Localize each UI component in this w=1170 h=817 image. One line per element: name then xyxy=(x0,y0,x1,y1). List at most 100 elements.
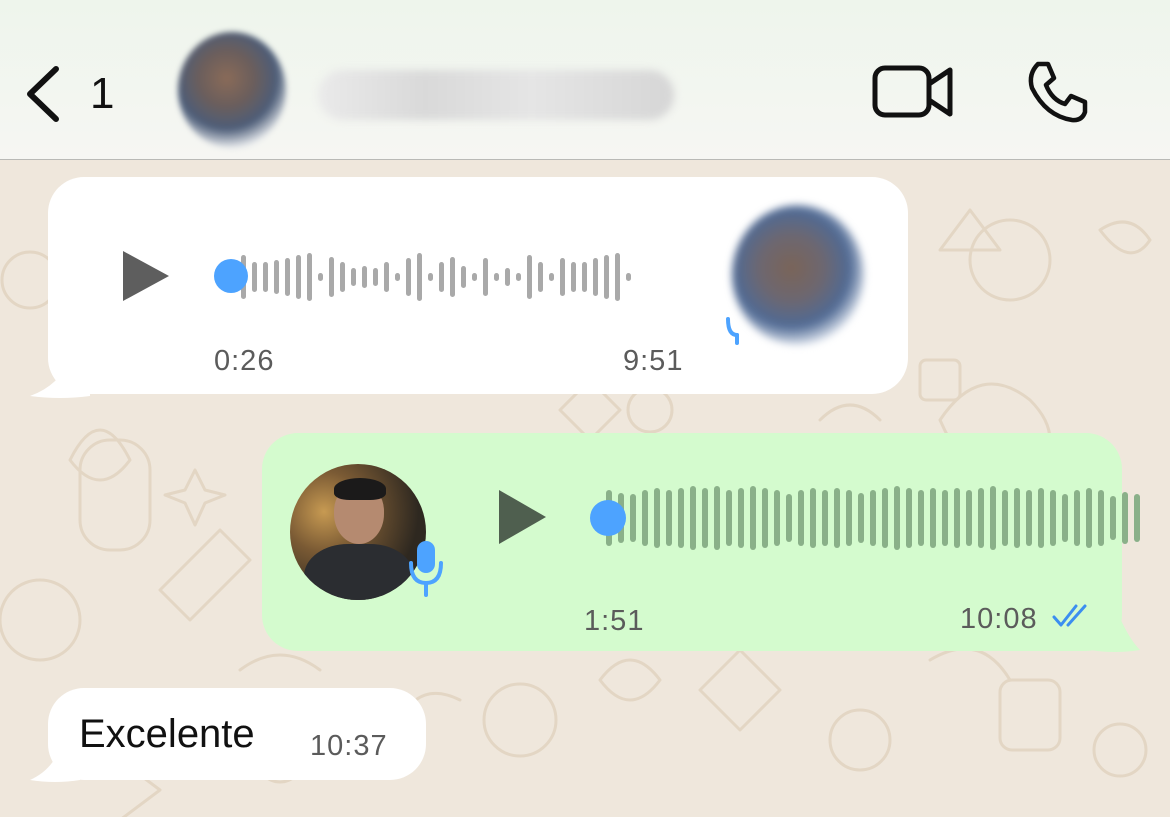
double-check-icon xyxy=(1052,604,1087,627)
sender-avatar xyxy=(732,205,864,345)
waveform-bar xyxy=(702,488,708,548)
waveform-bar xyxy=(978,488,984,548)
waveform-bar xyxy=(472,273,477,281)
waveform-bar xyxy=(582,262,587,292)
chat-header: 1 xyxy=(0,0,1170,160)
waveform-bar xyxy=(494,273,499,281)
waveform-bar xyxy=(990,486,996,550)
waveform-bar xyxy=(450,257,455,297)
waveform-bar xyxy=(362,266,367,288)
waveform-bar xyxy=(738,488,744,548)
waveform-bar xyxy=(966,490,972,546)
waveform-bar xyxy=(263,262,268,292)
message-time: 10:08 xyxy=(960,603,1038,635)
chevron-left-icon xyxy=(27,66,59,122)
waveform-bar xyxy=(666,490,672,546)
waveform-bar xyxy=(274,260,279,294)
waveform-bar xyxy=(654,488,660,548)
waveform-bar xyxy=(351,268,356,286)
waveform-bar xyxy=(571,262,576,292)
waveform-bar xyxy=(690,486,696,550)
waveform-bar xyxy=(1110,496,1116,540)
waveform-bar xyxy=(285,258,290,296)
waveform[interactable] xyxy=(606,483,1146,553)
video-call-button[interactable] xyxy=(872,62,954,122)
message-time: 10:37 xyxy=(310,730,388,762)
text-message-incoming[interactable]: Excelente 10:37 xyxy=(48,688,426,780)
waveform-bar xyxy=(417,253,422,301)
contact-avatar[interactable] xyxy=(178,32,286,148)
back-button[interactable]: 1 xyxy=(22,62,132,126)
waveform-bar xyxy=(930,488,936,548)
waveform-bar xyxy=(538,262,543,292)
waveform-bar xyxy=(373,268,378,286)
waveform-bar xyxy=(439,262,444,292)
sender-photo-avatar xyxy=(290,464,426,600)
waveform-bar xyxy=(834,488,840,548)
playback-scrubber[interactable] xyxy=(214,259,248,293)
waveform-bar xyxy=(516,273,521,281)
waveform-bar xyxy=(714,486,720,550)
waveform[interactable] xyxy=(241,251,637,303)
waveform-bar xyxy=(846,490,852,546)
waveform-bar xyxy=(307,253,312,301)
message-text: Excelente xyxy=(79,712,255,756)
play-icon[interactable] xyxy=(123,251,169,301)
playback-scrubber[interactable] xyxy=(590,500,626,536)
unread-count: 1 xyxy=(90,69,115,118)
waveform-bar xyxy=(942,490,948,546)
waveform-bar xyxy=(906,488,912,548)
waveform-bar xyxy=(604,255,609,299)
waveform-bar xyxy=(918,490,924,546)
waveform-bar xyxy=(505,268,510,286)
waveform-bar xyxy=(252,262,257,292)
waveform-bar xyxy=(774,490,780,546)
waveform-bar xyxy=(329,257,334,297)
waveform-bar xyxy=(428,273,433,281)
waveform-bar xyxy=(1098,490,1104,546)
waveform-bar xyxy=(726,490,732,546)
waveform-bar xyxy=(798,490,804,546)
waveform-bar xyxy=(549,273,554,281)
waveform-bar xyxy=(384,262,389,292)
waveform-bar xyxy=(858,493,864,543)
waveform-bar xyxy=(483,258,488,296)
waveform-bar xyxy=(1038,488,1044,548)
mic-icon xyxy=(726,317,739,345)
waveform-bar xyxy=(626,273,631,281)
waveform-bar xyxy=(340,262,345,292)
waveform-bar xyxy=(870,490,876,546)
waveform-bar xyxy=(1050,490,1056,546)
waveform-bar xyxy=(615,253,620,301)
play-icon[interactable] xyxy=(499,490,546,544)
video-camera-icon xyxy=(872,65,953,118)
message-time: 9:51 xyxy=(623,345,684,377)
waveform-bar xyxy=(678,488,684,548)
waveform-bar xyxy=(642,490,648,546)
waveform-bar xyxy=(406,258,411,296)
waveform-bar xyxy=(882,488,888,548)
voice-call-button[interactable] xyxy=(1024,60,1088,124)
voice-elapsed: 0:26 xyxy=(214,345,275,377)
waveform-bar xyxy=(1026,490,1032,546)
voice-message-outgoing: 1:51 10:08 xyxy=(262,433,1140,651)
waveform-bar xyxy=(1086,488,1092,548)
waveform-bar xyxy=(527,255,532,299)
waveform-bar xyxy=(461,266,466,288)
waveform-bar xyxy=(1014,488,1020,548)
waveform-bar xyxy=(822,490,828,546)
contact-name-redacted[interactable] xyxy=(318,70,674,120)
waveform-bar xyxy=(1122,492,1128,544)
phone-icon xyxy=(1028,61,1088,123)
waveform-bar xyxy=(593,258,598,296)
waveform-bar xyxy=(318,273,323,281)
waveform-bar xyxy=(630,494,636,542)
waveform-bar xyxy=(1002,490,1008,546)
waveform-bar xyxy=(1062,494,1068,542)
voice-duration: 1:51 xyxy=(584,605,645,637)
waveform-bar xyxy=(1134,494,1140,542)
waveform-bar xyxy=(786,494,792,542)
waveform-bar xyxy=(810,488,816,548)
waveform-bar xyxy=(395,273,400,281)
waveform-bar xyxy=(762,488,768,548)
